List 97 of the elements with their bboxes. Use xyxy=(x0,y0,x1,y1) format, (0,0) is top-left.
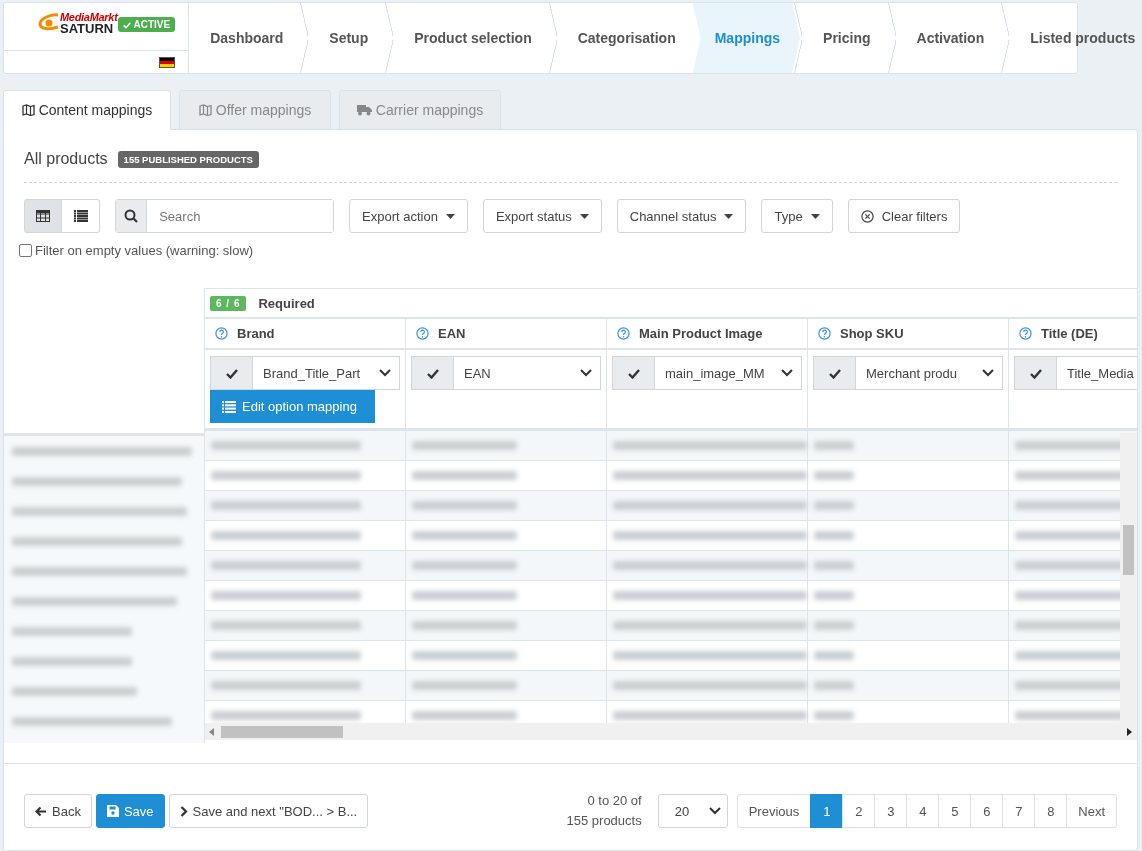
column-header: Main Product Image xyxy=(639,326,763,341)
blurred-text xyxy=(814,561,854,570)
help-icon xyxy=(617,327,630,340)
step-separator xyxy=(887,3,896,73)
chevron-icon xyxy=(379,369,391,377)
scroll-right-icon[interactable] xyxy=(1127,727,1133,736)
map-icon xyxy=(21,104,35,116)
mapping-select[interactable]: Brand_Title_Part xyxy=(210,356,400,390)
view-toggle-button[interactable] xyxy=(24,199,62,233)
page-link[interactable]: 5 xyxy=(938,794,972,828)
map-icon xyxy=(198,104,212,116)
blurred-text xyxy=(814,681,854,690)
count-badge: 6 / 6 xyxy=(210,295,247,311)
edit-mapping-button[interactable]: Edit option mapping xyxy=(210,390,375,423)
column-header: EAN xyxy=(438,326,466,341)
list-icon xyxy=(222,400,236,413)
caret-icon xyxy=(724,213,734,219)
save-button[interactable]: Save xyxy=(95,794,165,828)
count-badge: 155 PUBLISHED PRODUCTS xyxy=(117,150,259,168)
clear-icon xyxy=(860,209,874,223)
checkbox[interactable] xyxy=(19,244,32,257)
check-icon xyxy=(1029,367,1042,379)
arrow-left-icon xyxy=(35,805,47,817)
wizard-step[interactable]: Categorisation xyxy=(556,3,693,73)
blurred-text xyxy=(814,651,854,660)
mapping-select[interactable]: EAN xyxy=(411,356,601,390)
column-header: Shop SKU xyxy=(840,326,904,341)
vertical-scrollbar[interactable] xyxy=(1120,433,1137,725)
page-link[interactable]: 8 xyxy=(1034,794,1068,828)
caret-icon xyxy=(810,213,820,219)
flag-icon xyxy=(159,56,176,68)
grid-icon xyxy=(36,210,50,222)
search-field[interactable]: Search xyxy=(115,199,334,233)
check-icon xyxy=(225,367,238,379)
page-link[interactable]: 6 xyxy=(970,794,1004,828)
list-icon xyxy=(73,210,88,222)
filter-dropdown[interactable]: Export status xyxy=(482,199,602,233)
check-icon xyxy=(828,367,841,379)
wizard-step[interactable]: Activation xyxy=(895,3,1002,73)
range-text: 0 to 20 of 155 products xyxy=(565,792,642,830)
help-icon xyxy=(416,327,429,340)
chevron-right-icon xyxy=(179,805,188,817)
column-header: Title (DE) xyxy=(1041,326,1098,341)
wizard-step[interactable]: Dashboard xyxy=(189,3,301,73)
help-icon xyxy=(818,327,831,340)
tab[interactable]: Content mappings xyxy=(3,90,171,130)
page-link[interactable]: 2 xyxy=(842,794,876,828)
caret-icon xyxy=(579,213,589,219)
horizontal-scrollbar[interactable] xyxy=(205,723,1137,740)
help-icon xyxy=(1019,327,1032,340)
search-icon xyxy=(124,209,139,223)
page-link[interactable]: Next xyxy=(1066,794,1117,828)
checkbox-label: Filter on empty values (warning: slow) xyxy=(35,243,254,258)
chevron-icon xyxy=(708,807,721,815)
chevron-icon xyxy=(580,369,592,377)
mapping-select[interactable]: Merchant produ xyxy=(813,356,1003,390)
wizard-step[interactable]: Listed products xyxy=(1009,3,1142,73)
page-link[interactable]: 4 xyxy=(906,794,940,828)
help-icon xyxy=(215,327,228,340)
wizard-step[interactable]: Product selection xyxy=(393,3,549,73)
filter-dropdown[interactable]: Export action xyxy=(349,199,468,233)
wizard-step[interactable]: Pricing xyxy=(802,3,888,73)
check-icon xyxy=(627,367,640,379)
blurred-text xyxy=(814,591,854,600)
filter-dropdown[interactable]: Channel status xyxy=(616,199,747,233)
wizard-step[interactable]: Setup xyxy=(308,3,386,73)
view-toggle-button[interactable] xyxy=(62,199,100,233)
blurred-text xyxy=(814,621,854,630)
page-size-select[interactable]: 20 xyxy=(657,794,728,828)
blurred-text xyxy=(814,501,854,510)
chevron-icon xyxy=(982,369,994,377)
chevron-icon xyxy=(781,369,793,377)
step-separator xyxy=(794,3,803,73)
mapping-select[interactable]: Title_Media xyxy=(1014,356,1137,390)
check-icon xyxy=(426,367,439,379)
brand-logo: MediaMarkt SATURN xyxy=(38,11,118,35)
blurred-text xyxy=(814,531,854,540)
page-link[interactable]: 3 xyxy=(874,794,908,828)
page-link[interactable]: 1 xyxy=(810,794,844,828)
blurred-text xyxy=(814,441,854,450)
status-badge: ACTIVE xyxy=(117,17,176,32)
page-link[interactable]: 7 xyxy=(1002,794,1036,828)
save-next-button[interactable]: Save and next "BOD... > B... xyxy=(168,794,369,828)
back-button[interactable]: Back xyxy=(24,794,92,828)
blurred-text xyxy=(814,711,854,720)
section-title: All products xyxy=(24,150,108,168)
clear-filters-button[interactable]: Clear filters xyxy=(847,199,961,233)
step-separator xyxy=(548,3,557,73)
truck-icon xyxy=(356,104,372,116)
check-icon xyxy=(122,20,131,29)
blurred-text xyxy=(814,471,854,480)
caret-icon xyxy=(445,213,455,219)
mapping-select[interactable]: main_image_MM xyxy=(612,356,802,390)
group-title: Required xyxy=(258,295,315,311)
filter-dropdown[interactable]: Type xyxy=(761,199,833,233)
column-header: Brand xyxy=(237,326,275,341)
scroll-left-icon[interactable] xyxy=(209,727,215,736)
